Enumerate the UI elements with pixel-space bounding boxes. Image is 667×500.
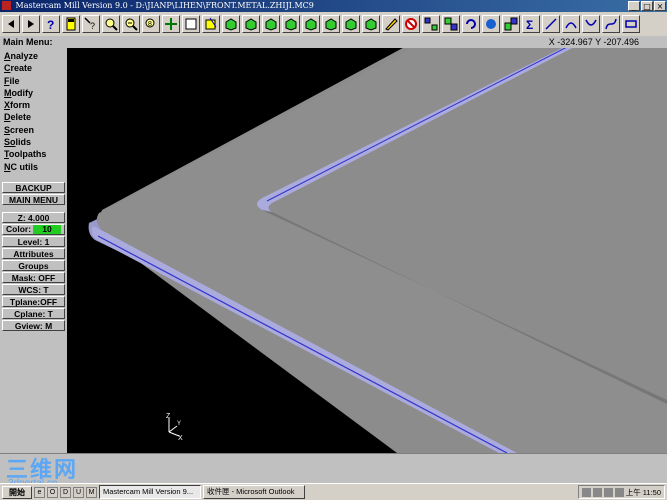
sphere-icon[interactable] (482, 15, 500, 33)
start-button[interactable]: 開始 (2, 485, 32, 499)
tray-volume-icon[interactable] (614, 487, 624, 497)
menu-item-modify[interactable]: Modify (0, 87, 67, 99)
pan-icon[interactable] (162, 15, 180, 33)
groups-button[interactable]: Groups (2, 259, 65, 271)
unzoom-icon[interactable]: 8 (142, 15, 160, 33)
transform-icon[interactable] (422, 15, 440, 33)
menu-item-nc-utils[interactable]: NC utils (0, 161, 67, 173)
calculator-icon[interactable] (62, 15, 80, 33)
sidebar-menu: Analyze Create File Modify Xform Delete … (0, 48, 67, 453)
cube-back-icon[interactable] (362, 15, 380, 33)
quicklaunch-app-icon[interactable]: U (73, 486, 84, 498)
title-bar: Mastercam Mill Version 9.0 - D:\JIANP\LI… (0, 0, 667, 12)
help-icon[interactable]: ? (42, 15, 60, 33)
pencil-icon[interactable] (382, 15, 400, 33)
task-mastercam[interactable]: Mastercam Mill Version 9... (99, 485, 201, 499)
rectangle-icon[interactable] (622, 15, 640, 33)
tray-clock: 上午 11:50 (625, 487, 661, 497)
svg-text:?: ? (90, 21, 95, 31)
quicklaunch-outlook-icon[interactable]: O (47, 486, 58, 498)
info-bar: Main Menu: X -324.967 Y -207.496 (0, 36, 667, 48)
wcs-field[interactable]: WCS: T (2, 283, 65, 295)
menu-item-create[interactable]: Create (0, 62, 67, 74)
coordinate-readout: X -324.967 Y -207.496 (548, 37, 639, 47)
task-outlook[interactable]: 收件匣 - Microsoft Outlook (203, 485, 305, 499)
delete-icon[interactable] (402, 15, 420, 33)
cube-shaded-icon[interactable] (302, 15, 320, 33)
arrow-right-icon[interactable] (22, 15, 40, 33)
quicklaunch-desktop-icon[interactable]: D (60, 486, 71, 498)
window-title: Mastercam Mill Version 9.0 - D:\JIANP\LI… (15, 1, 314, 10)
minimize-button[interactable]: _ (628, 1, 640, 11)
cube-front-icon[interactable] (242, 15, 260, 33)
menu-item-solids[interactable]: Solids (0, 136, 67, 148)
quicklaunch-mastercam-icon[interactable]: M (86, 486, 97, 498)
backup-button[interactable]: BACKUP (2, 181, 65, 193)
system-tray: 上午 11:50 (577, 485, 665, 499)
window-controls: _ □ × (628, 1, 666, 11)
zoom-window-icon[interactable]: ? (82, 15, 100, 33)
line-icon[interactable] (542, 15, 560, 33)
app-icon[interactable] (2, 1, 11, 10)
cube-top-icon[interactable] (222, 15, 240, 33)
cplane-field[interactable]: Cplane: T (2, 307, 65, 319)
color-swatch: 10 (33, 224, 61, 234)
sum-icon[interactable]: Σ (522, 15, 540, 33)
tray-app-icon[interactable] (581, 487, 591, 497)
undo-icon[interactable] (462, 15, 480, 33)
main-menu-button[interactable]: MAIN MENU (2, 193, 65, 205)
cube-iso-icon[interactable] (282, 15, 300, 33)
maximize-button[interactable]: □ (641, 1, 653, 11)
shaded-part (88, 48, 667, 453)
axis-z-label: Z (166, 413, 171, 420)
tplane-field[interactable]: Tplane:OFF (2, 295, 65, 307)
arc-icon[interactable] (562, 15, 580, 33)
cube-hidden-icon[interactable] (342, 15, 360, 33)
zoom-icon[interactable] (102, 15, 120, 33)
tray-network-icon[interactable] (603, 487, 613, 497)
color-label: Color: (6, 223, 32, 234)
svg-text:?: ? (47, 18, 54, 31)
close-button[interactable]: × (654, 1, 666, 11)
mask-field[interactable]: Mask: OFF (2, 271, 65, 283)
axis-x-label: X (178, 435, 183, 440)
repaint-icon[interactable] (182, 15, 200, 33)
quicklaunch-ie-icon[interactable]: e (34, 486, 45, 498)
gview-field[interactable]: Gview: M (2, 319, 65, 331)
spline-icon[interactable] (602, 15, 620, 33)
graphics-viewport[interactable]: Z Y X (67, 48, 667, 453)
taskbar: 開始 e O D U M Mastercam Mill Version 9...… (0, 483, 667, 500)
arrow-left-icon[interactable] (2, 15, 20, 33)
prompt-area (0, 453, 667, 484)
fillet-icon[interactable] (582, 15, 600, 33)
solids-icon[interactable] (502, 15, 520, 33)
level-field[interactable]: Level: 1 (2, 235, 65, 247)
axis-y-label: Y (177, 421, 181, 427)
menu-item-screen[interactable]: Screen (0, 124, 67, 136)
cube-wire-icon[interactable] (322, 15, 340, 33)
copy-icon[interactable] (442, 15, 460, 33)
attributes-button[interactable]: Attributes (2, 247, 65, 259)
tray-ime-icon[interactable] (592, 487, 602, 497)
menu-item-delete[interactable]: Delete (0, 111, 67, 123)
menu-item-toolpaths[interactable]: Toolpaths (0, 148, 67, 160)
cube-side-icon[interactable] (262, 15, 280, 33)
toolbar: ? ? 8 Σ (0, 12, 667, 36)
select-icon[interactable] (202, 15, 220, 33)
z-depth-field[interactable]: Z: 4.000 (2, 211, 65, 223)
menu-item-xform[interactable]: Xform (0, 99, 67, 111)
axis-indicator: Z Y X (166, 413, 183, 440)
menu-item-analyze[interactable]: Analyze (0, 50, 67, 62)
svg-text:8: 8 (148, 21, 152, 28)
menu-item-file[interactable]: File (0, 75, 67, 87)
zoom-out-icon[interactable] (122, 15, 140, 33)
svg-text:Σ: Σ (526, 18, 533, 31)
color-field[interactable]: Color: 10 (2, 223, 65, 235)
main-menu-label: Main Menu: (3, 37, 53, 47)
